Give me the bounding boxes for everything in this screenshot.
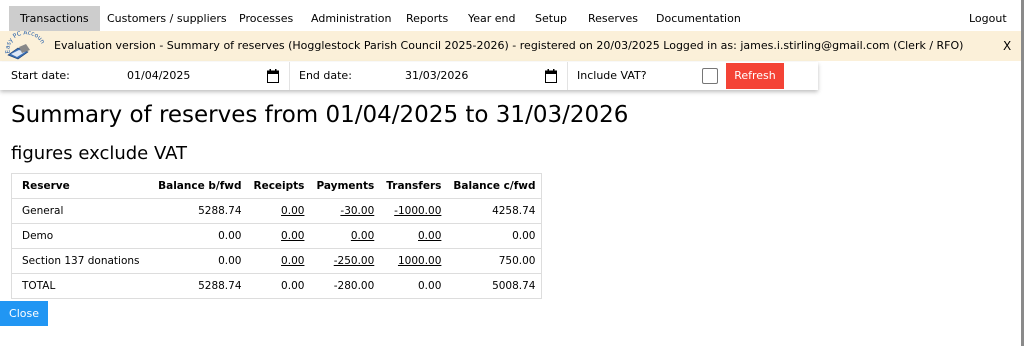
start-date-input[interactable]: 01/04/2025	[119, 64, 287, 88]
table-row: Demo 0.00 0.00 0.00 0.00 0.00	[11, 223, 542, 249]
end-date-label: End date:	[299, 69, 352, 82]
close-button[interactable]: Close	[0, 301, 48, 326]
nav-documentation[interactable]: Documentation	[656, 6, 741, 31]
receipts-link[interactable]: 0.00	[281, 255, 304, 267]
calendar-icon[interactable]	[545, 69, 557, 83]
col-header-payments: Payments	[310, 173, 381, 199]
nav-administration[interactable]: Administration	[311, 6, 392, 31]
table-row: General 5288.74 0.00 -30.00 -1000.00 425…	[11, 198, 542, 224]
balance-bfwd: 5288.74	[145, 198, 248, 224]
payments-link[interactable]: -250.00	[334, 255, 375, 267]
reserves-table: Reserve Balance b/fwd Receipts Payments …	[11, 173, 543, 299]
nav-year-end[interactable]: Year end	[468, 6, 516, 31]
total-transfers: 0.00	[380, 273, 448, 299]
calendar-icon[interactable]	[267, 69, 279, 83]
start-date-value: 01/04/2025	[127, 69, 191, 82]
filter-divider	[567, 62, 568, 90]
end-date-value: 31/03/2026	[405, 69, 469, 82]
nav-transactions[interactable]: Transactions	[9, 6, 100, 31]
transfers-link[interactable]: -1000.00	[394, 205, 441, 217]
col-header-receipts: Receipts	[247, 173, 311, 199]
col-header-transfers: Transfers	[380, 173, 448, 199]
balance-cfwd: 4258.74	[447, 198, 542, 224]
total-balance-cfwd: 5008.74	[447, 273, 542, 299]
total-payments: -280.00	[310, 273, 381, 299]
include-vat-checkbox[interactable]	[702, 68, 718, 84]
transfers-link[interactable]: 1000.00	[398, 255, 441, 267]
reserve-name: Section 137 donations	[11, 248, 146, 274]
reserve-name: General	[11, 198, 146, 224]
banner-close-button[interactable]: X	[1003, 31, 1011, 61]
logout-link[interactable]: Logout	[969, 6, 1007, 31]
table-header-row: Reserve Balance b/fwd Receipts Payments …	[11, 173, 542, 199]
nav-reserves[interactable]: Reserves	[588, 6, 638, 31]
receipts-link[interactable]: 0.00	[281, 230, 304, 242]
col-header-balance-bfwd: Balance b/fwd	[145, 173, 248, 199]
end-date-input[interactable]: 31/03/2026	[397, 64, 565, 88]
balance-bfwd: 0.00	[145, 248, 248, 274]
balance-cfwd: 750.00	[447, 248, 542, 274]
transfers-link[interactable]: 0.00	[418, 230, 441, 242]
page-title: Summary of reserves from 01/04/2025 to 3…	[11, 102, 629, 128]
nav-customers-suppliers[interactable]: Customers / suppliers	[107, 6, 227, 31]
table-total-row: TOTAL 5288.74 0.00 -280.00 0.00 5008.74	[11, 273, 542, 299]
total-label: TOTAL	[11, 273, 146, 299]
vat-note: figures exclude VAT	[11, 143, 188, 164]
nav-processes[interactable]: Processes	[239, 6, 293, 31]
total-balance-bfwd: 5288.74	[145, 273, 248, 299]
evaluation-banner: Easy PC Accounts Evaluation version - Su…	[0, 31, 1021, 61]
payments-link[interactable]: 0.00	[351, 230, 374, 242]
start-date-label: Start date:	[11, 69, 70, 82]
col-header-balance-cfwd: Balance c/fwd	[447, 173, 542, 199]
table-row: Section 137 donations 0.00 0.00 -250.00 …	[11, 248, 542, 274]
balance-cfwd: 0.00	[447, 223, 542, 249]
balance-bfwd: 0.00	[145, 223, 248, 249]
total-receipts: 0.00	[247, 273, 311, 299]
filter-divider	[289, 62, 290, 90]
reserve-name: Demo	[11, 223, 146, 249]
banner-message: Evaluation version - Summary of reserves…	[54, 39, 964, 52]
col-header-reserve: Reserve	[11, 173, 146, 199]
nav-setup[interactable]: Setup	[535, 6, 567, 31]
payments-link[interactable]: -30.00	[340, 205, 374, 217]
main-nav: Transactions Customers / suppliers Proce…	[0, 6, 1021, 31]
nav-reports[interactable]: Reports	[406, 6, 448, 31]
date-filter-bar: Start date: 01/04/2025 End date: 31/03/2…	[0, 62, 818, 90]
easy-pc-accounts-logo: Easy PC Accounts	[2, 31, 46, 60]
receipts-link[interactable]: 0.00	[281, 205, 304, 217]
include-vat-label: Include VAT?	[577, 69, 647, 82]
refresh-button[interactable]: Refresh	[726, 63, 784, 89]
